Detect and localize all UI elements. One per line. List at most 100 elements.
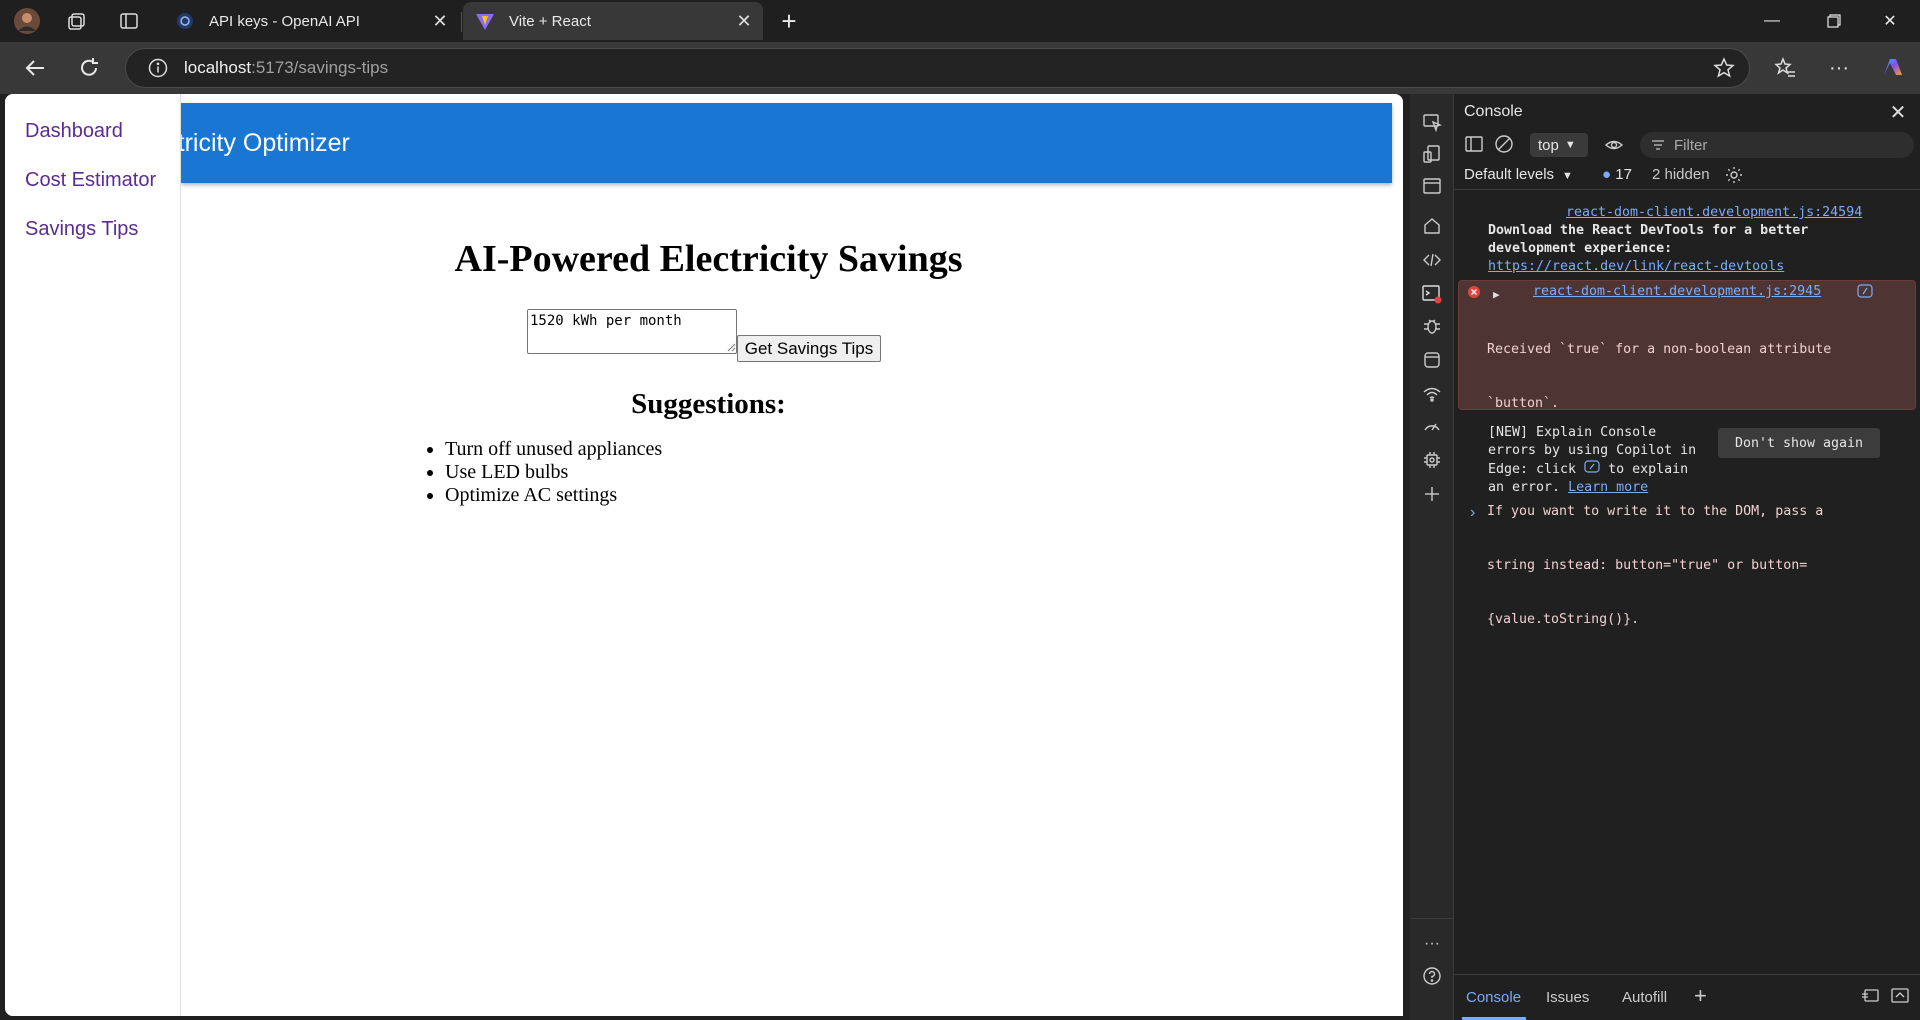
live-expression-eye-icon[interactable]	[1604, 135, 1624, 160]
application-icon[interactable]	[1416, 344, 1448, 376]
message-count[interactable]: ● 17	[1602, 166, 1632, 183]
list-item: Optimize AC settings	[445, 484, 662, 507]
sidebar-link-cost-estimator[interactable]: Cost Estimator	[25, 169, 156, 192]
get-savings-tips-button[interactable]: Get Savings Tips	[737, 335, 881, 362]
tab-autofill[interactable]: Autofill	[1622, 989, 1667, 1006]
copilot-explain-icon	[1584, 460, 1600, 477]
tip-text: to explain	[1608, 462, 1689, 477]
close-window-button[interactable]: ✕	[1862, 0, 1918, 42]
console-panel: Console ✕ top ▼ Filter Default levels ▼ ● …	[1454, 94, 1920, 1020]
restore-button[interactable]	[1806, 0, 1862, 42]
tip-text: Edge: click	[1488, 462, 1577, 477]
source-link[interactable]: react-dom-client.development.js:2945	[1533, 283, 1821, 301]
drawer-tabs: Console Issues Autofill +	[1454, 974, 1920, 1020]
message-text: Download the React DevTools for a better	[1488, 223, 1809, 238]
filter-placeholder: Filter	[1674, 136, 1708, 154]
more-tools-plus-icon[interactable]	[1416, 478, 1448, 510]
app-header: Electricity Optimizer	[129, 103, 1392, 183]
suggestions-list: Turn off unused appliances Use LED bulbs…	[423, 438, 662, 507]
url-host: localhost	[184, 58, 252, 77]
clear-console-icon[interactable]	[1494, 134, 1514, 159]
close-tab-icon[interactable]: ✕	[427, 8, 453, 34]
favorites-icon[interactable]	[1768, 51, 1802, 85]
tab-console[interactable]: Console	[1466, 989, 1521, 1006]
error-text: If you want to write it to the DOM, pass…	[1487, 504, 1824, 519]
close-devtools-icon[interactable]: ✕	[1886, 100, 1910, 124]
tab-vite-react[interactable]: Vite + React ✕	[463, 2, 763, 40]
devtools-link[interactable]: https://react.dev/link/react-devtools	[1488, 259, 1784, 274]
resize-grip-icon[interactable]	[727, 343, 736, 352]
dont-show-again-button[interactable]: Don't show again	[1718, 428, 1880, 458]
page-viewport: Electricity Optimizer Dashboard Cost Est…	[5, 94, 1403, 1016]
expand-triangle-icon[interactable]: ▶	[1493, 286, 1500, 304]
panel-title: Console	[1464, 103, 1523, 120]
tab-title: API keys - OpenAI API	[209, 12, 360, 30]
log-levels-dropdown[interactable]: Default levels ▼	[1464, 166, 1573, 183]
console-message: react-dom-client.development.js:24594 Do…	[1454, 204, 1920, 276]
close-tab-icon[interactable]: ✕	[731, 8, 757, 34]
network-wifi-icon[interactable]	[1416, 378, 1448, 410]
sidebar-link-dashboard[interactable]: Dashboard	[25, 120, 123, 143]
source-link[interactable]: react-dom-client.development.js:24594	[1566, 205, 1862, 220]
device-emulation-icon[interactable]	[1416, 138, 1448, 170]
back-button[interactable]	[18, 51, 52, 85]
sidebar-link-savings-tips[interactable]: Savings Tips	[25, 218, 138, 241]
log-levels-label: Default levels	[1464, 166, 1555, 183]
console-settings-gear-icon[interactable]	[1724, 165, 1744, 190]
address-bar[interactable]: localhost:5173/savings-tips	[125, 48, 1750, 88]
tab-title: Vite + React	[509, 12, 591, 30]
help-icon[interactable]	[1416, 960, 1448, 992]
workspaces-icon[interactable]	[62, 6, 92, 36]
sidebar: Dashboard Cost Estimator Savings Tips	[5, 94, 181, 1016]
close-drawer-icon[interactable]	[1890, 987, 1910, 1010]
message-text: development experience:	[1488, 241, 1673, 256]
learn-more-link[interactable]: Learn more	[1568, 480, 1648, 495]
devtools-panel: ··· Console ✕ top ▼ Filter Default levels…	[1410, 94, 1920, 1020]
list-item: Use LED bulbs	[445, 461, 662, 484]
tip-text: [NEW] Explain Console	[1488, 425, 1657, 440]
hidden-count: 2 hidden	[1652, 166, 1710, 183]
list-item: Turn off unused appliances	[445, 438, 662, 461]
site-info-icon[interactable]	[146, 56, 170, 80]
suggestions-heading: Suggestions:	[631, 388, 786, 420]
openai-favicon-icon	[175, 11, 195, 31]
error-text: Received `true` for a non-boolean attrib…	[1487, 342, 1832, 357]
vertical-tabs-icon[interactable]	[114, 6, 144, 36]
memory-chip-icon[interactable]	[1416, 444, 1448, 476]
sources-bug-icon[interactable]	[1416, 310, 1448, 342]
message-count-value: 17	[1615, 166, 1632, 183]
elements-icon[interactable]	[1416, 244, 1448, 276]
usage-input[interactable]: 1520 kWh per month	[527, 309, 737, 354]
favorite-star-icon[interactable]	[1713, 57, 1735, 84]
copilot-icon[interactable]	[1876, 51, 1910, 85]
welcome-home-icon[interactable]	[1416, 210, 1448, 242]
profile-avatar[interactable]	[12, 6, 42, 36]
context-selector[interactable]: top ▼	[1530, 133, 1588, 157]
browser-title-bar: API keys - OpenAI API ✕ Vite + React ✕ +…	[0, 0, 1920, 42]
vite-favicon-icon	[475, 11, 495, 31]
minimize-button[interactable]: —	[1744, 0, 1800, 42]
console-toolbar: top ▼ Filter	[1454, 130, 1920, 160]
console-icon[interactable]	[1416, 278, 1448, 310]
inspect-icon[interactable]	[1416, 106, 1448, 138]
reload-button[interactable]	[72, 51, 106, 85]
tip-text: errors by using Copilot in	[1488, 443, 1697, 458]
console-filter-input[interactable]: Filter	[1640, 132, 1914, 158]
dock-drawer-icon[interactable]	[1860, 987, 1880, 1010]
sidebar-toggle-icon[interactable]	[1464, 134, 1484, 159]
more-options-icon[interactable]: ···	[1822, 51, 1856, 85]
performance-icon[interactable]	[1416, 410, 1448, 442]
dock-icon[interactable]	[1416, 170, 1448, 202]
tab-issues[interactable]: Issues	[1546, 989, 1589, 1006]
devtools-activity-bar: ···	[1410, 94, 1454, 1020]
filter-icon	[1650, 137, 1666, 157]
tip-text: an error.	[1488, 480, 1561, 495]
error-text: `button`.	[1487, 396, 1560, 411]
tab-openai-api-keys[interactable]: API keys - OpenAI API ✕	[163, 2, 459, 40]
console-prompt-chevron-icon[interactable]: ›	[1470, 504, 1475, 522]
new-tab-button[interactable]: +	[774, 6, 804, 36]
url-path: :5173/savings-tips	[251, 58, 389, 77]
more-options-icon[interactable]: ···	[1416, 928, 1448, 960]
add-tab-plus-icon[interactable]: +	[1694, 983, 1707, 1009]
copilot-explain-icon[interactable]	[1857, 284, 1873, 304]
